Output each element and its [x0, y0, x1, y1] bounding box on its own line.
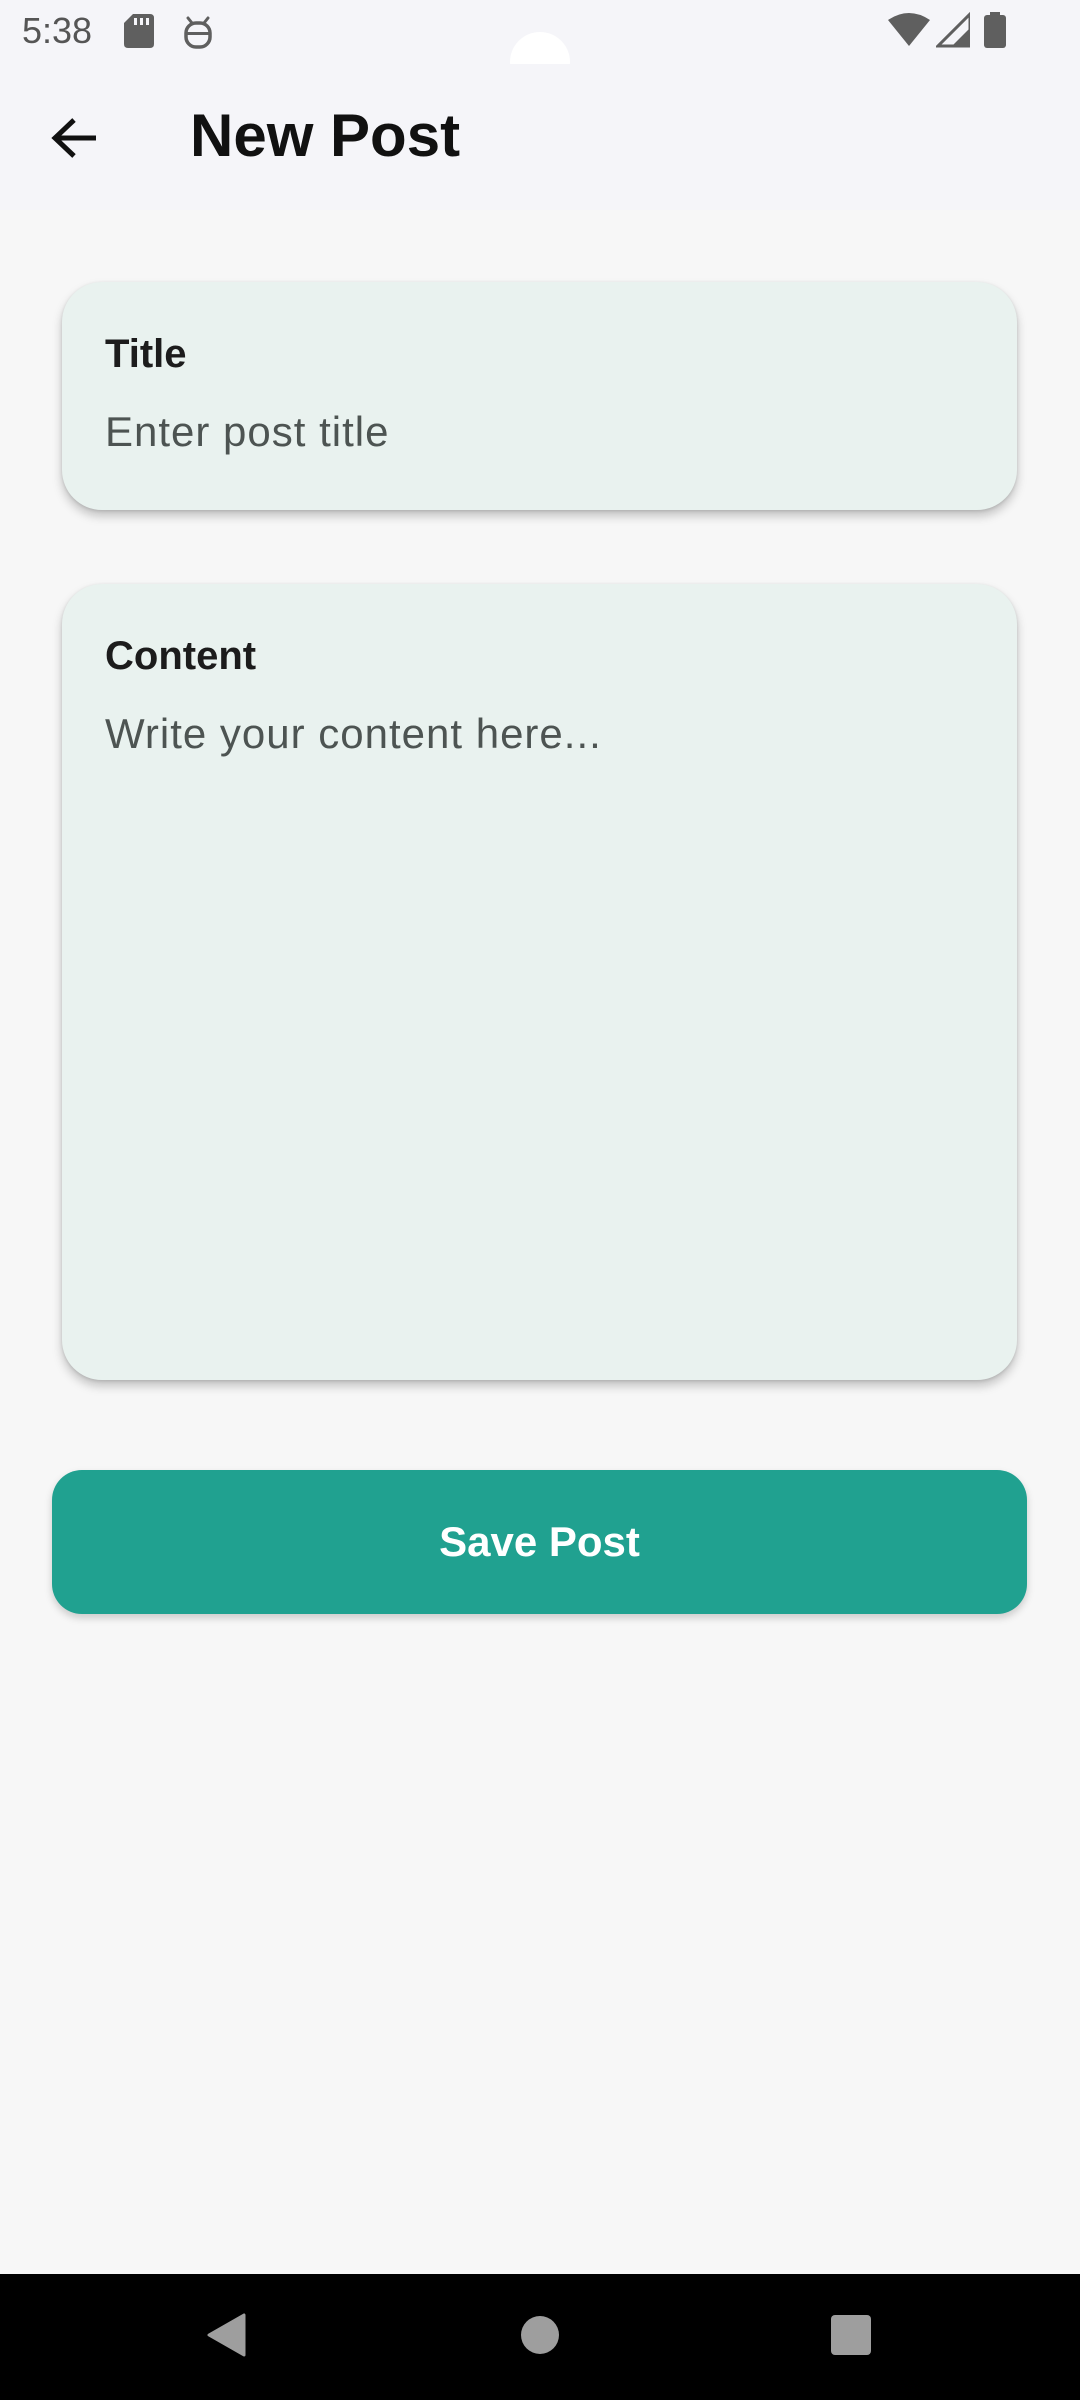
page-title: New Post: [190, 102, 461, 169]
recents-square-icon: [831, 2314, 871, 2360]
sd-card-icon: [124, 14, 154, 53]
nav-recents-button[interactable]: [771, 2274, 931, 2400]
battery-icon: [984, 12, 1006, 53]
content-textarea[interactable]: [105, 710, 974, 1310]
title-field-label: Title: [105, 332, 187, 376]
nav-back-button[interactable]: [146, 2274, 306, 2400]
title-input[interactable]: [105, 408, 974, 456]
title-field-card: Title: [62, 282, 1017, 510]
nav-home-button[interactable]: [460, 2274, 620, 2400]
arrow-back-icon: [50, 116, 98, 165]
status-time: 5:38: [22, 10, 93, 51]
save-post-button[interactable]: Save Post: [52, 1470, 1027, 1614]
back-triangle-icon: [206, 2313, 246, 2362]
back-button[interactable]: [32, 98, 116, 182]
system-navigation-bar: [0, 2274, 1080, 2400]
save-post-button-label: Save Post: [439, 1518, 640, 1565]
app-bar: New Post: [0, 64, 1080, 210]
android-debug-icon: [182, 14, 214, 55]
home-circle-icon: [520, 2315, 560, 2360]
wifi-icon: [888, 12, 930, 53]
signal-icon: [934, 10, 972, 53]
content-field-label: Content: [105, 634, 257, 678]
content-field-card: Content: [62, 584, 1017, 1380]
